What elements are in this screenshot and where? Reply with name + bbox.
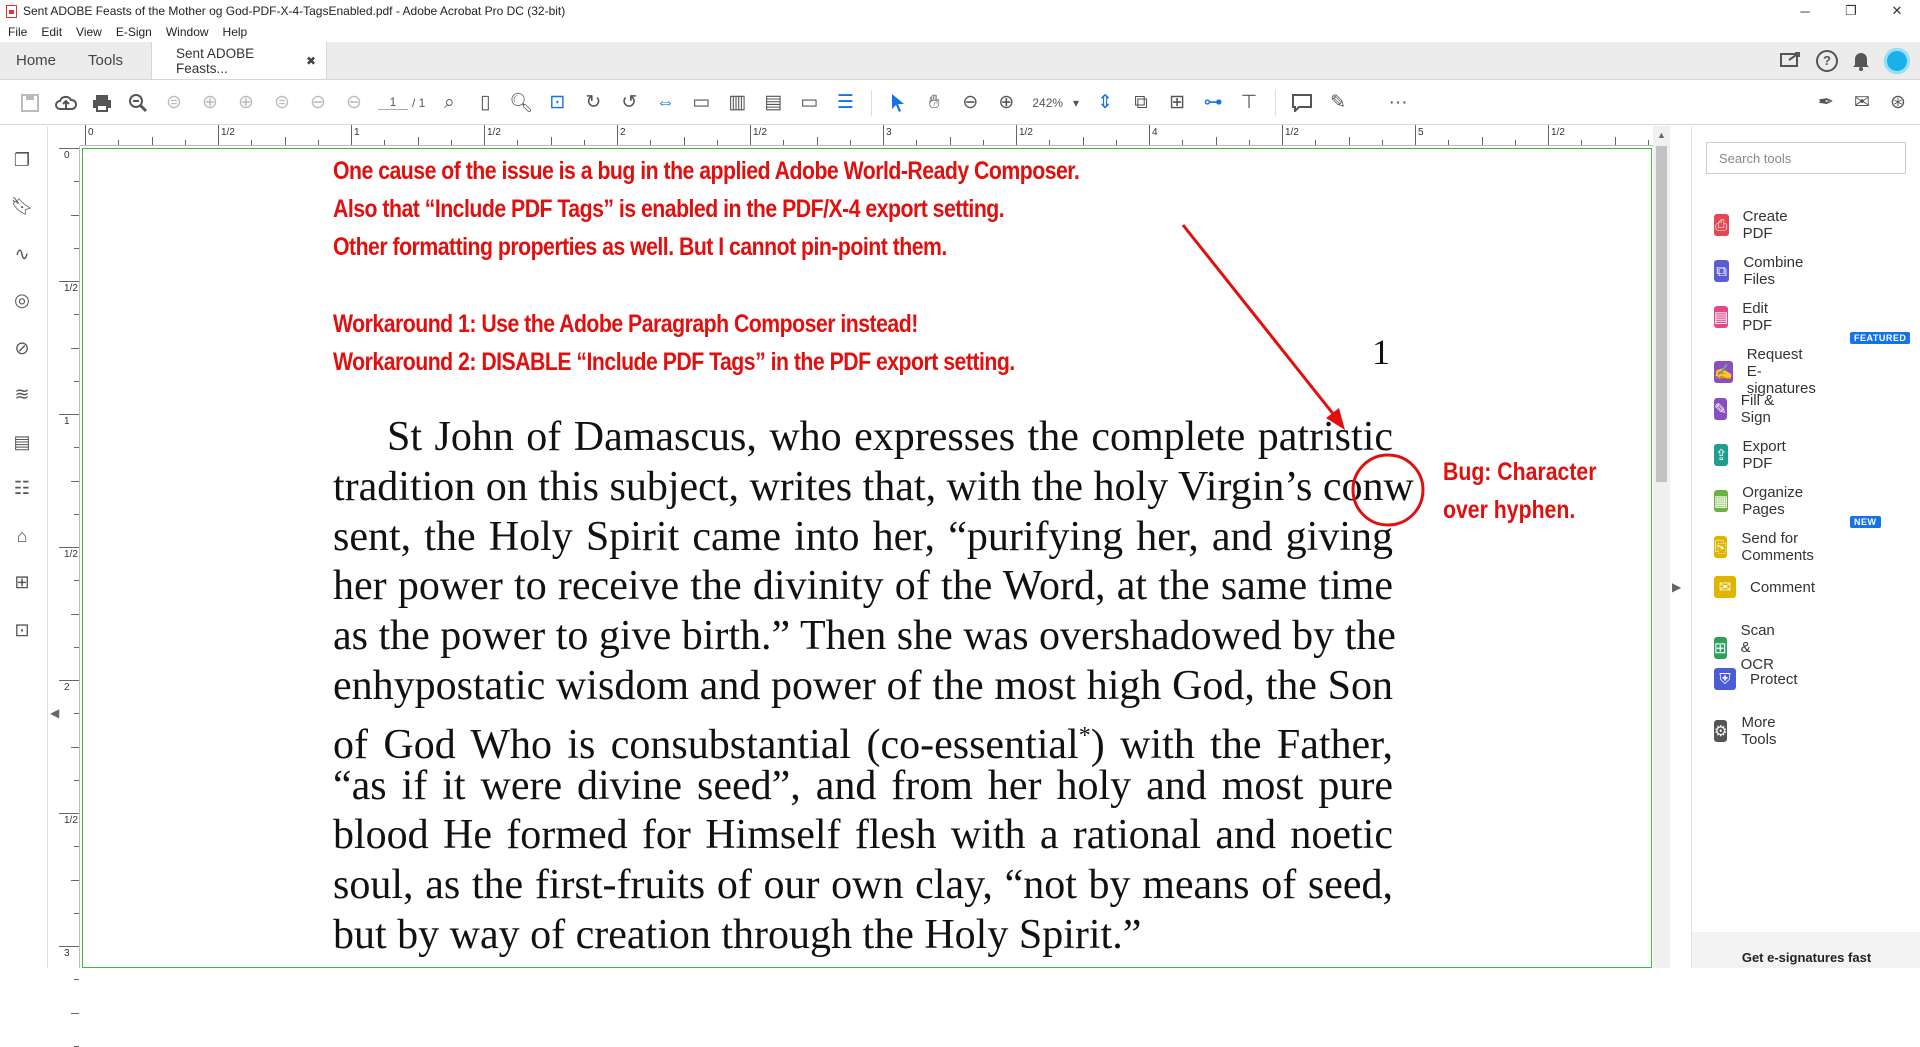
tool-organize-pages[interactable]: ▦ Organize Pages <box>1714 484 1811 518</box>
annotation-arrowhead <box>1326 408 1345 430</box>
tool-label: Edit PDF <box>1742 300 1773 334</box>
annotation-arrow <box>1181 224 1340 421</box>
tool-scan-ocr[interactable]: ⊞ Scan & OCR <box>1714 622 1784 673</box>
tool-edit-pdf[interactable]: ▤ Edit PDF <box>1714 300 1780 334</box>
bug-note-line-2: over hyphen. <box>1443 496 1576 524</box>
tool-icon: ▦ <box>1714 490 1729 512</box>
tools-panel: Search tools ⎙ Create PDF ⧉ Combine Files ▤ E… <box>1691 126 1920 968</box>
scrollbar-thumb[interactable] <box>1656 146 1667 482</box>
tool-icon: ⎘ <box>1714 536 1728 558</box>
tool-send-for-comments[interactable]: ⎘ Send for Comments NEW <box>1714 516 1881 564</box>
annotation-circle <box>1351 453 1425 527</box>
tool-icon: ✉ <box>1714 576 1736 598</box>
tool-icon: ⛨ <box>1714 668 1736 690</box>
tool-icon: ⎙ <box>1714 214 1729 236</box>
tool-export-pdf[interactable]: ⇪ Export PDF <box>1714 438 1793 472</box>
tool-icon: ⇪ <box>1714 444 1729 466</box>
collapse-right-panel-icon[interactable]: ▶ <box>1672 580 1681 594</box>
tool-more-tools[interactable]: ⚙ More Tools <box>1714 714 1785 748</box>
tool-icon: ✎ <box>1714 398 1727 420</box>
tool-label: More Tools <box>1741 714 1777 748</box>
tool-request-e-signatures[interactable]: ✍ Request E-signatures FEATURED <box>1714 332 1911 397</box>
tool-label: Fill & Sign <box>1740 392 1775 426</box>
search-tools-input[interactable]: Search tools <box>1706 142 1906 174</box>
tool-fill-sign[interactable]: ✎ Fill & Sign <box>1714 392 1780 426</box>
tool-create-pdf[interactable]: ⎙ Create PDF <box>1714 208 1795 242</box>
ruler-minor-tick <box>71 1012 79 1014</box>
tool-label: Protect <box>1750 670 1798 688</box>
tool-label: Send for Comments <box>1741 530 1814 564</box>
tool-label: Export PDF <box>1742 438 1786 472</box>
bug-note-line-1: Bug: Character <box>1443 458 1597 486</box>
tool-label: Comment <box>1750 578 1816 596</box>
tool-icon: ⚙ <box>1714 720 1728 742</box>
tool-label: Combine Files <box>1743 254 1804 288</box>
tool-combine-files[interactable]: ⧉ Combine Files <box>1714 254 1810 288</box>
ruler-minor-tick <box>74 979 79 981</box>
tool-icon: ⧉ <box>1714 260 1730 282</box>
bug-note: Bug: Character over hyphen. <box>1443 453 1597 529</box>
tool-icon: ⊞ <box>1714 636 1727 659</box>
tool-badge: NEW <box>1850 516 1881 528</box>
tool-label: Create PDF <box>1742 208 1788 242</box>
tool-protect[interactable]: ⛨ Protect <box>1714 668 1798 690</box>
tool-label: Request E-signatures <box>1746 346 1816 397</box>
tool-icon: ▤ <box>1714 306 1729 328</box>
tool-label: Organize Pages <box>1742 484 1804 518</box>
tool-icon: ✍ <box>1714 360 1733 383</box>
annotation-overlay <box>1181 224 1425 527</box>
scroll-up-icon[interactable]: ▲ <box>1657 130 1666 140</box>
promo-banner[interactable]: Get e-signatures fast <box>1692 932 1920 968</box>
tool-label: Scan & OCR <box>1740 622 1775 673</box>
vertical-scrollbar[interactable]: ▲ <box>1653 126 1670 968</box>
tool-badge: FEATURED <box>1850 332 1911 344</box>
tool-comment[interactable]: ✉ Comment <box>1714 576 1815 598</box>
